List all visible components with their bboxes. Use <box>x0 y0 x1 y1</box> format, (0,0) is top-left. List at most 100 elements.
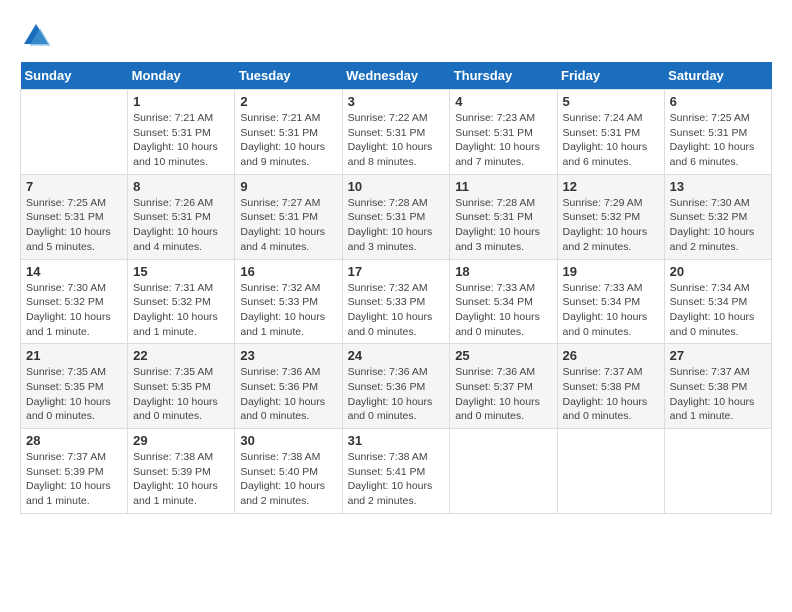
calendar-cell: 27 Sunrise: 7:37 AM Sunset: 5:38 PM Dayli… <box>664 344 771 429</box>
day-number: 28 <box>26 433 122 448</box>
calendar-cell: 30 Sunrise: 7:38 AM Sunset: 5:40 PM Dayli… <box>235 429 342 514</box>
day-number: 24 <box>348 348 445 363</box>
calendar-cell: 22 Sunrise: 7:35 AM Sunset: 5:35 PM Dayli… <box>128 344 235 429</box>
day-detail: Sunrise: 7:22 AM Sunset: 5:31 PM Dayligh… <box>348 111 445 170</box>
calendar-cell: 14 Sunrise: 7:30 AM Sunset: 5:32 PM Dayli… <box>21 259 128 344</box>
calendar-cell <box>450 429 557 514</box>
weekday-header-saturday: Saturday <box>664 62 771 90</box>
day-number: 11 <box>455 179 551 194</box>
weekday-header-tuesday: Tuesday <box>235 62 342 90</box>
day-detail: Sunrise: 7:30 AM Sunset: 5:32 PM Dayligh… <box>26 281 122 340</box>
logo-icon <box>20 20 52 52</box>
calendar-cell: 2Sunrise: 7:21 AM Sunset: 5:31 PM Daylig… <box>235 90 342 175</box>
weekday-header-wednesday: Wednesday <box>342 62 450 90</box>
calendar-cell: 25Sunrise: 7:36 AM Sunset: 5:37 PM Dayli… <box>450 344 557 429</box>
calendar-cell: 10 Sunrise: 7:28 AM Sunset: 5:31 PM Dayli… <box>342 174 450 259</box>
day-detail: Sunrise: 7:29 AM Sunset: 5:32 PM Dayligh… <box>563 196 659 255</box>
day-detail: Sunrise: 7:33 AM Sunset: 5:34 PM Dayligh… <box>455 281 551 340</box>
calendar-cell: 7 Sunrise: 7:25 AM Sunset: 5:31 PM Daylig… <box>21 174 128 259</box>
day-detail: Sunrise: 7:32 AM Sunset: 5:33 PM Dayligh… <box>240 281 336 340</box>
week-row-3: 14 Sunrise: 7:30 AM Sunset: 5:32 PM Dayli… <box>21 259 772 344</box>
day-detail: Sunrise: 7:30 AM Sunset: 5:32 PM Dayligh… <box>670 196 766 255</box>
calendar-cell: 21 Sunrise: 7:35 AM Sunset: 5:35 PM Dayli… <box>21 344 128 429</box>
day-number: 9 <box>240 179 336 194</box>
day-detail: Sunrise: 7:31 AM Sunset: 5:32 PM Dayligh… <box>133 281 229 340</box>
day-detail: Sunrise: 7:35 AM Sunset: 5:35 PM Dayligh… <box>133 365 229 424</box>
calendar-cell: 24Sunrise: 7:36 AM Sunset: 5:36 PM Dayli… <box>342 344 450 429</box>
calendar-cell: 3 Sunrise: 7:22 AM Sunset: 5:31 PM Daylig… <box>342 90 450 175</box>
day-number: 10 <box>348 179 445 194</box>
calendar-cell: 9 Sunrise: 7:27 AM Sunset: 5:31 PM Daylig… <box>235 174 342 259</box>
calendar-cell <box>557 429 664 514</box>
calendar-cell: 29 Sunrise: 7:38 AM Sunset: 5:39 PM Dayli… <box>128 429 235 514</box>
day-number: 4 <box>455 94 551 109</box>
week-row-5: 28Sunrise: 7:37 AM Sunset: 5:39 PM Dayli… <box>21 429 772 514</box>
calendar-cell: 16 Sunrise: 7:32 AM Sunset: 5:33 PM Dayli… <box>235 259 342 344</box>
day-number: 1 <box>133 94 229 109</box>
day-detail: Sunrise: 7:37 AM Sunset: 5:38 PM Dayligh… <box>670 365 766 424</box>
day-number: 7 <box>26 179 122 194</box>
calendar-cell: 23 Sunrise: 7:36 AM Sunset: 5:36 PM Dayli… <box>235 344 342 429</box>
day-detail: Sunrise: 7:34 AM Sunset: 5:34 PM Dayligh… <box>670 281 766 340</box>
day-detail: Sunrise: 7:28 AM Sunset: 5:31 PM Dayligh… <box>455 196 551 255</box>
day-detail: Sunrise: 7:21 AM Sunset: 5:31 PM Dayligh… <box>240 111 336 170</box>
calendar-cell: 31 Sunrise: 7:38 AM Sunset: 5:41 PM Dayli… <box>342 429 450 514</box>
day-detail: Sunrise: 7:32 AM Sunset: 5:33 PM Dayligh… <box>348 281 445 340</box>
day-detail: Sunrise: 7:28 AM Sunset: 5:31 PM Dayligh… <box>348 196 445 255</box>
day-detail: Sunrise: 7:25 AM Sunset: 5:31 PM Dayligh… <box>670 111 766 170</box>
week-row-4: 21 Sunrise: 7:35 AM Sunset: 5:35 PM Dayli… <box>21 344 772 429</box>
day-detail: Sunrise: 7:38 AM Sunset: 5:39 PM Dayligh… <box>133 450 229 509</box>
day-number: 8 <box>133 179 229 194</box>
calendar-cell: 8 Sunrise: 7:26 AM Sunset: 5:31 PM Daylig… <box>128 174 235 259</box>
day-detail: Sunrise: 7:35 AM Sunset: 5:35 PM Dayligh… <box>26 365 122 424</box>
day-number: 31 <box>348 433 445 448</box>
week-row-2: 7 Sunrise: 7:25 AM Sunset: 5:31 PM Daylig… <box>21 174 772 259</box>
calendar-cell: 28Sunrise: 7:37 AM Sunset: 5:39 PM Dayli… <box>21 429 128 514</box>
day-detail: Sunrise: 7:24 AM Sunset: 5:31 PM Dayligh… <box>563 111 659 170</box>
day-detail: Sunrise: 7:37 AM Sunset: 5:38 PM Dayligh… <box>563 365 659 424</box>
calendar-cell: 11 Sunrise: 7:28 AM Sunset: 5:31 PM Dayli… <box>450 174 557 259</box>
calendar-cell: 6Sunrise: 7:25 AM Sunset: 5:31 PM Daylig… <box>664 90 771 175</box>
day-detail: Sunrise: 7:38 AM Sunset: 5:41 PM Dayligh… <box>348 450 445 509</box>
weekday-header-thursday: Thursday <box>450 62 557 90</box>
logo <box>20 20 56 52</box>
day-number: 14 <box>26 264 122 279</box>
day-number: 12 <box>563 179 659 194</box>
header <box>20 20 772 52</box>
day-number: 22 <box>133 348 229 363</box>
calendar-cell: 15Sunrise: 7:31 AM Sunset: 5:32 PM Dayli… <box>128 259 235 344</box>
calendar-cell: 4Sunrise: 7:23 AM Sunset: 5:31 PM Daylig… <box>450 90 557 175</box>
day-detail: Sunrise: 7:33 AM Sunset: 5:34 PM Dayligh… <box>563 281 659 340</box>
weekday-header-row: SundayMondayTuesdayWednesdayThursdayFrid… <box>21 62 772 90</box>
calendar-cell: 5 Sunrise: 7:24 AM Sunset: 5:31 PM Daylig… <box>557 90 664 175</box>
weekday-header-friday: Friday <box>557 62 664 90</box>
calendar-table: SundayMondayTuesdayWednesdayThursdayFrid… <box>20 62 772 514</box>
day-number: 3 <box>348 94 445 109</box>
day-detail: Sunrise: 7:36 AM Sunset: 5:36 PM Dayligh… <box>240 365 336 424</box>
day-detail: Sunrise: 7:25 AM Sunset: 5:31 PM Dayligh… <box>26 196 122 255</box>
day-number: 16 <box>240 264 336 279</box>
page-wrapper: SundayMondayTuesdayWednesdayThursdayFrid… <box>20 20 772 514</box>
day-number: 21 <box>26 348 122 363</box>
day-detail: Sunrise: 7:21 AM Sunset: 5:31 PM Dayligh… <box>133 111 229 170</box>
calendar-cell: 26Sunrise: 7:37 AM Sunset: 5:38 PM Dayli… <box>557 344 664 429</box>
day-number: 5 <box>563 94 659 109</box>
day-number: 17 <box>348 264 445 279</box>
weekday-header-sunday: Sunday <box>21 62 128 90</box>
calendar-cell: 13 Sunrise: 7:30 AM Sunset: 5:32 PM Dayli… <box>664 174 771 259</box>
calendar-cell <box>21 90 128 175</box>
day-detail: Sunrise: 7:27 AM Sunset: 5:31 PM Dayligh… <box>240 196 336 255</box>
day-number: 13 <box>670 179 766 194</box>
day-number: 20 <box>670 264 766 279</box>
day-number: 23 <box>240 348 336 363</box>
day-number: 30 <box>240 433 336 448</box>
calendar-cell: 1 Sunrise: 7:21 AM Sunset: 5:31 PM Daylig… <box>128 90 235 175</box>
calendar-cell: 18Sunrise: 7:33 AM Sunset: 5:34 PM Dayli… <box>450 259 557 344</box>
day-number: 29 <box>133 433 229 448</box>
day-number: 27 <box>670 348 766 363</box>
week-row-1: 1 Sunrise: 7:21 AM Sunset: 5:31 PM Daylig… <box>21 90 772 175</box>
day-detail: Sunrise: 7:26 AM Sunset: 5:31 PM Dayligh… <box>133 196 229 255</box>
day-detail: Sunrise: 7:38 AM Sunset: 5:40 PM Dayligh… <box>240 450 336 509</box>
calendar-cell: 12 Sunrise: 7:29 AM Sunset: 5:32 PM Dayli… <box>557 174 664 259</box>
day-number: 19 <box>563 264 659 279</box>
